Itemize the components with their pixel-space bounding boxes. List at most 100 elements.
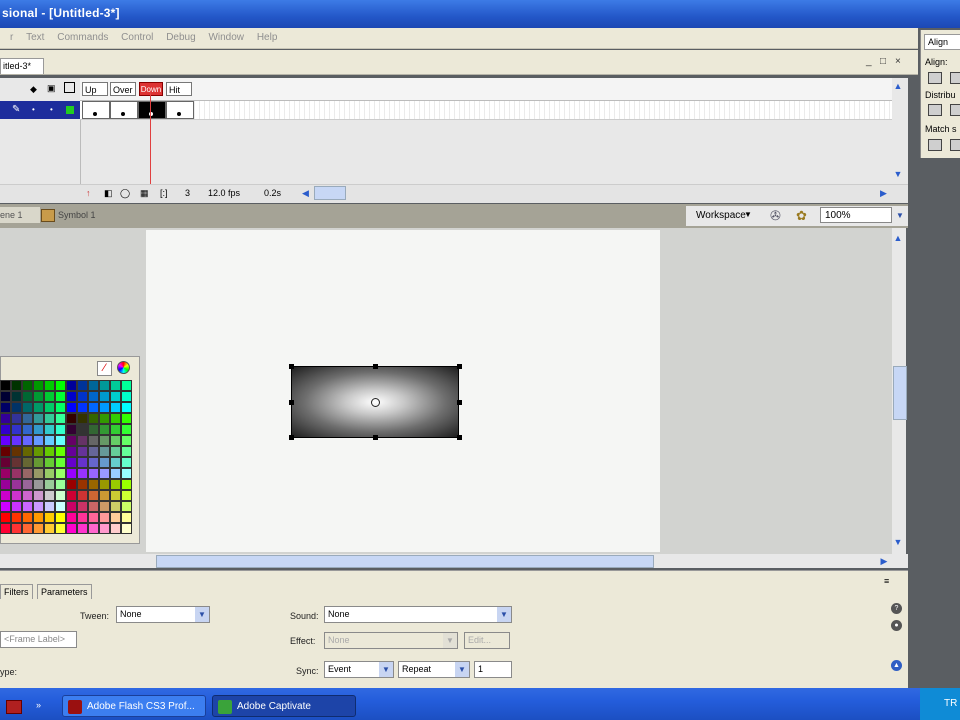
color-swatch[interactable] [88, 479, 99, 490]
color-swatch[interactable] [77, 490, 88, 501]
color-swatch[interactable] [44, 413, 55, 424]
color-swatch[interactable] [11, 424, 22, 435]
color-swatch[interactable] [110, 479, 121, 490]
color-swatch[interactable] [33, 402, 44, 413]
chevron-down-icon[interactable]: ▼ [195, 607, 209, 622]
timeline-vscroll[interactable]: ▲ ▼ [892, 78, 906, 184]
color-swatch[interactable] [0, 391, 11, 402]
color-swatch[interactable] [0, 468, 11, 479]
color-swatch[interactable] [55, 446, 66, 457]
match-height-icon[interactable] [950, 139, 960, 151]
color-swatch[interactable] [33, 512, 44, 523]
color-swatch[interactable] [44, 446, 55, 457]
color-swatch[interactable] [11, 435, 22, 446]
color-swatch[interactable] [55, 523, 66, 534]
color-swatch[interactable] [121, 468, 132, 479]
sync-select[interactable]: Event ▼ [324, 661, 394, 678]
color-swatch[interactable] [121, 402, 132, 413]
onion-skin-icon[interactable]: ◧ [104, 188, 113, 199]
color-swatch[interactable] [22, 501, 33, 512]
color-swatch[interactable] [77, 457, 88, 468]
color-swatch[interactable] [66, 501, 77, 512]
color-swatch[interactable] [88, 380, 99, 391]
color-swatch[interactable] [99, 435, 110, 446]
selection-handle[interactable] [457, 400, 462, 405]
color-swatch[interactable] [55, 380, 66, 391]
color-swatch[interactable] [33, 490, 44, 501]
color-swatch[interactable] [22, 523, 33, 534]
color-swatch[interactable] [22, 402, 33, 413]
color-swatch[interactable] [99, 490, 110, 501]
color-swatch[interactable] [121, 446, 132, 457]
sound-select[interactable]: None ▼ [324, 606, 512, 623]
color-swatch[interactable] [22, 413, 33, 424]
color-swatch[interactable] [110, 468, 121, 479]
color-swatch[interactable] [22, 435, 33, 446]
playhead[interactable] [150, 92, 151, 184]
color-swatch[interactable] [11, 457, 22, 468]
color-swatch[interactable] [55, 468, 66, 479]
color-swatch[interactable] [66, 457, 77, 468]
color-swatch[interactable] [66, 391, 77, 402]
color-swatch[interactable] [66, 435, 77, 446]
distribute-top-icon[interactable] [928, 104, 942, 116]
color-swatch[interactable] [55, 413, 66, 424]
color-swatch[interactable] [77, 391, 88, 402]
color-swatch[interactable] [0, 501, 11, 512]
tab-filters[interactable]: Filters [0, 584, 33, 599]
frame-label-over[interactable]: Over [110, 82, 136, 96]
color-swatch[interactable] [44, 523, 55, 534]
color-swatch[interactable] [110, 413, 121, 424]
menu-item-control[interactable]: Control [121, 32, 153, 43]
scroll-right-icon[interactable]: ▶ [878, 555, 890, 567]
color-swatch[interactable] [44, 435, 55, 446]
color-swatch[interactable] [0, 479, 11, 490]
color-swatch[interactable] [33, 501, 44, 512]
color-swatch[interactable] [110, 446, 121, 457]
color-swatch[interactable] [55, 402, 66, 413]
color-swatch[interactable] [110, 490, 121, 501]
color-swatch[interactable] [121, 501, 132, 512]
color-swatch[interactable] [44, 479, 55, 490]
scroll-up-icon[interactable]: ▲ [892, 232, 904, 244]
color-swatch[interactable] [121, 457, 132, 468]
color-swatch[interactable] [88, 424, 99, 435]
color-picker-icon[interactable] [117, 361, 130, 374]
keyframe-down[interactable] [138, 101, 166, 119]
color-swatch[interactable] [110, 457, 121, 468]
color-swatch[interactable] [110, 391, 121, 402]
color-swatch[interactable] [22, 446, 33, 457]
taskbar-item-captivate[interactable]: Adobe Captivate [212, 695, 356, 717]
color-swatch[interactable] [88, 512, 99, 523]
color-swatch[interactable] [110, 435, 121, 446]
color-swatch[interactable] [11, 490, 22, 501]
menu-item-window[interactable]: Window [208, 32, 244, 43]
color-swatch[interactable] [0, 380, 11, 391]
color-swatch[interactable] [77, 468, 88, 479]
keyframe-over[interactable] [110, 101, 138, 119]
selection-handle[interactable] [289, 400, 294, 405]
color-swatch[interactable] [0, 523, 11, 534]
selection-handle[interactable] [373, 364, 378, 369]
color-swatch[interactable] [44, 468, 55, 479]
color-swatch[interactable] [0, 512, 11, 523]
frame-label-up[interactable]: Up [82, 82, 108, 96]
color-swatch[interactable] [0, 457, 11, 468]
color-swatch[interactable] [11, 512, 22, 523]
scroll-down-icon[interactable]: ▼ [892, 536, 904, 548]
zoom-field[interactable]: 100% [820, 207, 892, 223]
color-swatch[interactable] [88, 413, 99, 424]
color-swatch[interactable] [88, 523, 99, 534]
chevron-down-icon[interactable]: ▼ [379, 662, 393, 677]
chevron-down-icon[interactable]: ▼ [497, 607, 511, 622]
color-swatch[interactable] [22, 490, 33, 501]
color-swatch[interactable] [110, 402, 121, 413]
color-swatch[interactable] [121, 424, 132, 435]
menu-item-commands[interactable]: Commands [57, 32, 108, 43]
color-swatch[interactable] [99, 446, 110, 457]
color-swatch[interactable] [121, 479, 132, 490]
color-swatch[interactable] [11, 523, 22, 534]
chevron-down-icon[interactable]: ▼ [455, 662, 469, 677]
color-swatch[interactable] [99, 402, 110, 413]
color-swatch[interactable] [99, 424, 110, 435]
